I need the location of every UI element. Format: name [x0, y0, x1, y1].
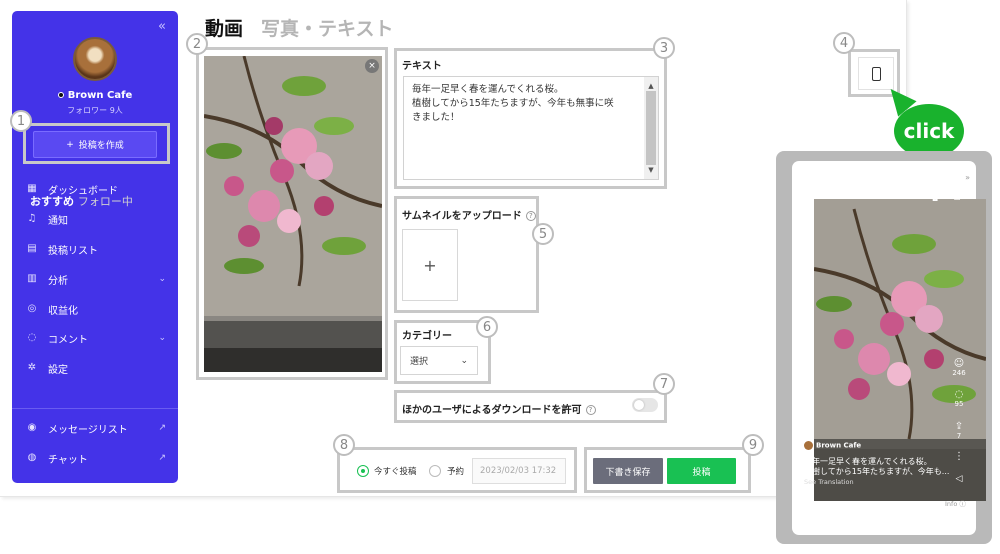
mute-icon: ◁: [955, 474, 963, 484]
sidebar-item-comments[interactable]: ◌ コメント ⌄: [26, 328, 166, 348]
see-translation-link: See Translation: [804, 478, 854, 486]
external-link-icon: ↗: [158, 453, 166, 463]
sidebar-item-analytics[interactable]: ▥ 分析 ⌄: [26, 269, 166, 289]
sidebar-item-monetization[interactable]: ◎ 収益化: [26, 299, 166, 319]
follower-count: フォロワー 9人: [67, 106, 123, 115]
preview-avatar: [804, 441, 813, 450]
gear-icon: ✲: [27, 362, 37, 373]
post-text-field[interactable]: 毎年一足早く春を運んでくれる桜。 植樹してから15年たちますが、今年も無事に咲 …: [403, 76, 659, 180]
message-icon: ◉: [27, 422, 37, 433]
help-icon[interactable]: ?: [525, 211, 536, 221]
cherry-blossom-photo: [204, 56, 382, 372]
share-button: ⇪ 7: [952, 421, 966, 440]
preview-feed-tabs: おすすめ フォロー中: [30, 193, 133, 209]
bell-icon: ♫: [27, 213, 37, 224]
step-badge-5: 5: [532, 223, 554, 245]
step-badge-4: 4: [833, 32, 855, 54]
comment-icon: ◌: [27, 332, 37, 343]
chevron-down-icon: ⌄: [158, 274, 166, 284]
phone-icon: [871, 66, 881, 81]
collapse-sidebar-icon[interactable]: «: [158, 19, 166, 34]
sidebar-item-chat[interactable]: ◍ チャット ↗: [26, 448, 166, 468]
content-type-tabs: 動画 写真・テキスト: [205, 14, 393, 41]
scrollbar-thumb[interactable]: [646, 91, 656, 165]
schedule-date-field[interactable]: 2023/02/03 17:32: [472, 458, 566, 484]
avatar: [73, 37, 117, 81]
step-badge-1: 1: [10, 110, 32, 132]
share-icon: ⇪: [954, 421, 964, 432]
post-now-label: 今すぐ投稿: [374, 467, 417, 477]
chart-icon: ▥: [27, 273, 37, 284]
chevron-down-icon: ⌄: [158, 333, 166, 343]
comment-icon: ◌: [954, 389, 964, 400]
step-badge-9: 9: [742, 434, 764, 456]
text-label: テキスト: [402, 61, 442, 72]
step-badge-7: 7: [653, 373, 675, 395]
video-preview: [204, 56, 382, 372]
save-draft-button[interactable]: 下書き保存: [593, 458, 663, 484]
text-scrollbar[interactable]: ▲ ▼: [644, 77, 658, 179]
tab-photo-text[interactable]: 写真・テキスト: [261, 14, 393, 41]
sidebar-item-message-list[interactable]: ◉ メッセージリスト ↗: [26, 418, 166, 438]
highlight-create-button: [23, 123, 170, 164]
account-status-icon: [57, 92, 64, 98]
more-icon: ⋮: [954, 451, 964, 462]
comment-button: ◌ 95: [952, 389, 966, 408]
sidebar: « Brown Cafe フォロワー 9人 + 投稿を作成 ▦ ダッシュボード ♫ 通…: [12, 11, 178, 483]
sidebar-item-notifications[interactable]: ♫ 通知: [26, 209, 166, 229]
post-button[interactable]: 投稿: [667, 458, 736, 484]
preview-tab-recommended: おすすめ: [30, 195, 74, 208]
download-toggle[interactable]: [632, 398, 658, 412]
schedule-label: 予約: [447, 467, 465, 477]
coin-icon: ◎: [27, 303, 37, 314]
category-select[interactable]: 選択 ⌄: [400, 346, 478, 375]
click-callout: click: [894, 104, 964, 158]
smile-icon: ☺: [953, 358, 965, 369]
sidebar-item-settings[interactable]: ✲ 設定: [26, 358, 166, 378]
preview-info: Info ⓘ: [945, 500, 966, 508]
tab-video[interactable]: 動画: [205, 14, 243, 41]
list-icon: ▤: [27, 243, 37, 254]
step-badge-3: 3: [653, 37, 675, 59]
toggle-knob: [634, 400, 644, 410]
expand-icon[interactable]: »: [965, 173, 970, 182]
remove-video-icon[interactable]: ×: [365, 59, 379, 73]
preview-caption-line-2: 植樹してから15年たちますが、今年も...: [804, 467, 950, 476]
thumbnail-label: サムネイルをアップロード?: [402, 207, 536, 222]
step-badge-6: 6: [476, 316, 498, 338]
step-badge-2: 2: [186, 33, 208, 55]
download-label: ほかのユーザによるダウンロードを許可?: [402, 401, 596, 416]
mobile-preview-button[interactable]: [858, 57, 894, 90]
category-label: カテゴリー: [402, 331, 452, 342]
scroll-down-icon[interactable]: ▼: [644, 163, 658, 177]
preview-tab-following: フォロー中: [77, 195, 133, 208]
chat-icon: ◍: [27, 452, 37, 463]
info-icon: ⓘ: [959, 500, 966, 508]
schedule-radio[interactable]: [429, 465, 441, 477]
sidebar-divider: [12, 408, 178, 409]
preview-account-name: Brown Cafe: [804, 441, 861, 450]
thumbnail-upload-button[interactable]: +: [402, 229, 458, 301]
camera-icon: ◘: [932, 194, 939, 203]
chevron-down-icon: ⌄: [460, 355, 468, 366]
step-badge-8: 8: [333, 434, 355, 456]
profile-icon: ♙: [953, 193, 962, 203]
account-name: Brown Cafe: [12, 90, 178, 101]
sidebar-item-post-list[interactable]: ▤ 投稿リスト: [26, 239, 166, 259]
external-link-icon: ↗: [158, 423, 166, 433]
help-icon[interactable]: ?: [585, 405, 596, 415]
post-now-radio[interactable]: [357, 465, 369, 477]
like-button: ☺ 246: [952, 358, 966, 377]
